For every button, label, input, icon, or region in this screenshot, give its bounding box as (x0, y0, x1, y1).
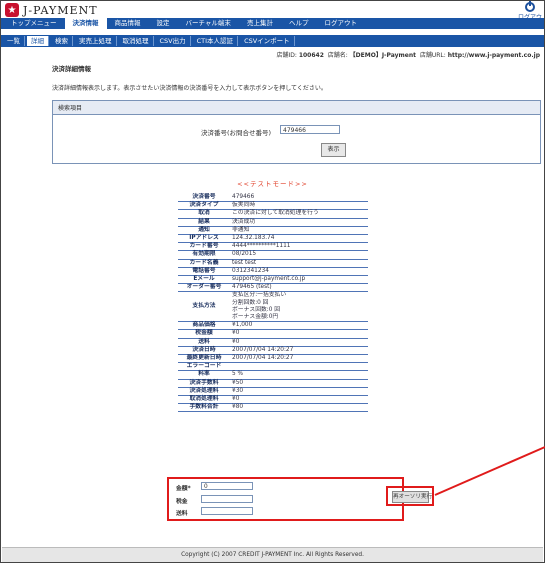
footer: Copyright (C) 2007 CREDIT J-PAYMENT Inc.… (2, 547, 543, 562)
page-frame: ★ J-PAYMENT ログアウ トップメニュー 決済情報 商品情報 設定 バーチャル端… (0, 0, 545, 563)
callout-arrow (434, 446, 545, 496)
